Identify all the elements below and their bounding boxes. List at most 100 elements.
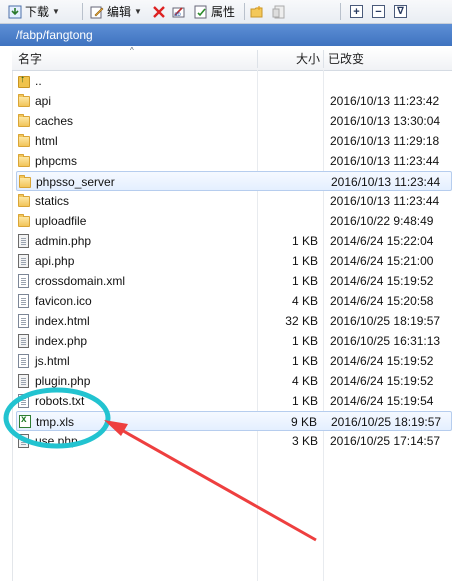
download-dropdown-arrow[interactable]: ▼ xyxy=(52,7,60,16)
file-size: 9 KB xyxy=(290,415,317,429)
column-divider[interactable] xyxy=(257,50,258,68)
excel-file-icon xyxy=(19,414,31,428)
file-modified: 2016/10/13 11:23:44 xyxy=(331,175,441,189)
sort-ascending-icon: ^ xyxy=(130,46,134,55)
file-modified: 2014/6/24 15:20:58 xyxy=(330,294,434,308)
file-row[interactable]: robots.txt 1 KB 2014/6/24 15:19:54 xyxy=(16,391,452,411)
file-icon xyxy=(18,394,29,408)
php-file-icon xyxy=(18,434,29,448)
file-name: phpcms xyxy=(35,154,78,168)
file-modified: 2016/10/25 18:19:57 xyxy=(331,415,442,429)
toolbar: 下载 ▼ 编辑 ▼ ab 属性 + − ∇ xyxy=(0,0,452,24)
download-icon xyxy=(8,5,22,19)
file-modified: 2016/10/25 18:19:57 xyxy=(330,314,441,328)
folder-icon xyxy=(18,154,30,167)
toolbar-divider xyxy=(244,3,245,20)
folder-icon xyxy=(18,194,30,207)
minus-icon: − xyxy=(372,5,385,18)
file-size: 4 KB xyxy=(291,374,318,388)
folder-icon xyxy=(19,175,31,188)
left-gutter xyxy=(0,48,13,581)
file-row[interactable]: js.html 1 KB 2014/6/24 15:19:52 xyxy=(16,351,452,371)
edit-button[interactable]: 编辑 ▼ xyxy=(90,3,142,20)
file-row[interactable]: api 2016/10/13 11:23:42 xyxy=(16,91,452,111)
file-name: api.php xyxy=(35,254,75,268)
file-row[interactable]: admin.php 1 KB 2014/6/24 15:22:04 xyxy=(16,231,452,251)
file-row[interactable]: favicon.ico 4 KB 2014/6/24 15:20:58 xyxy=(16,291,452,311)
file-name: tmp.xls xyxy=(36,415,75,429)
new-folder-icon xyxy=(250,5,264,19)
delete-button[interactable] xyxy=(152,3,166,20)
new-folder-button[interactable] xyxy=(250,3,264,20)
file-name: index.php xyxy=(35,334,88,348)
file-name: robots.txt xyxy=(35,394,85,408)
file-row[interactable]: phpcms 2016/10/13 11:23:44 xyxy=(16,151,452,171)
file-row[interactable]: tmp.xls 9 KB 2016/10/25 18:19:57 xyxy=(16,411,452,431)
file-size: 1 KB xyxy=(291,234,318,248)
filter-button[interactable]: ∇ xyxy=(394,3,407,20)
column-header: 名字 ^ 大小 已改变 xyxy=(12,46,452,71)
file-name: api xyxy=(35,94,52,108)
folder-icon xyxy=(18,134,30,147)
file-name: crossdomain.xml xyxy=(35,274,126,288)
file-row[interactable]: api.php 1 KB 2014/6/24 15:21:00 xyxy=(16,251,452,271)
properties-button[interactable]: 属性 xyxy=(194,3,235,20)
file-size: 1 KB xyxy=(291,254,318,268)
file-name: admin.php xyxy=(35,234,92,248)
file-size: 1 KB xyxy=(291,354,318,368)
new-file-button[interactable] xyxy=(272,3,286,20)
file-size: 32 KB xyxy=(285,314,318,328)
file-modified: 2016/10/25 16:31:13 xyxy=(330,334,441,348)
file-size: 1 KB xyxy=(291,274,318,288)
file-modified: 2016/10/22 9:48:49 xyxy=(330,214,434,228)
file-modified: 2014/6/24 15:19:54 xyxy=(330,394,434,408)
file-modified: 2016/10/13 11:23:44 xyxy=(330,154,440,168)
file-row[interactable]: index.html 32 KB 2016/10/25 18:19:57 xyxy=(16,311,452,331)
file-modified: 2014/6/24 15:19:52 xyxy=(330,374,434,388)
column-modified[interactable]: 已改变 xyxy=(328,48,364,70)
file-name: js.html xyxy=(35,354,70,368)
edit-label: 编辑 xyxy=(107,5,132,19)
file-name: caches xyxy=(35,114,74,128)
folder-icon xyxy=(18,94,30,107)
file-row[interactable]: statics 2016/10/13 11:23:44 xyxy=(16,191,452,211)
column-divider[interactable] xyxy=(323,50,324,68)
file-name: uploadfile xyxy=(35,214,87,228)
file-modified: 2014/6/24 15:19:52 xyxy=(330,274,434,288)
toolbar-divider xyxy=(82,3,83,20)
file-size: 1 KB xyxy=(291,394,318,408)
download-button[interactable]: 下载 ▼ xyxy=(8,3,60,20)
file-row[interactable]: index.php 1 KB 2016/10/25 16:31:13 xyxy=(16,331,452,351)
collapse-button[interactable]: − xyxy=(372,3,385,20)
file-icon xyxy=(18,314,29,328)
file-row[interactable]: crossdomain.xml 1 KB 2014/6/24 15:19:52 xyxy=(16,271,452,291)
file-modified: 2016/10/13 13:30:04 xyxy=(330,114,441,128)
file-row[interactable]: plugin.php 4 KB 2014/6/24 15:19:52 xyxy=(16,371,452,391)
column-size[interactable]: 大小 xyxy=(296,48,320,70)
file-row[interactable]: caches 2016/10/13 13:30:04 xyxy=(16,111,452,131)
file-row[interactable]: use.php 3 KB 2016/10/25 17:14:57 xyxy=(16,431,452,451)
file-icon xyxy=(18,354,29,368)
file-name: phpsso_server xyxy=(36,175,115,189)
file-modified: 2014/6/24 15:22:04 xyxy=(330,234,434,248)
file-modified: 2016/10/25 17:14:57 xyxy=(330,434,441,448)
php-file-icon xyxy=(18,334,29,348)
parent-directory-icon xyxy=(18,74,30,88)
php-file-icon xyxy=(18,254,29,268)
new-file-icon xyxy=(272,5,286,19)
edit-dropdown-arrow[interactable]: ▼ xyxy=(134,7,142,16)
properties-label: 属性 xyxy=(211,5,236,19)
file-row[interactable]: phpsso_server 2016/10/13 11:23:44 xyxy=(16,171,452,191)
file-modified: 2014/6/24 15:19:52 xyxy=(330,354,434,368)
rename-icon: ab xyxy=(172,5,186,19)
expand-button[interactable]: + xyxy=(350,3,363,20)
folder-icon xyxy=(18,114,30,127)
file-row[interactable]: .. xyxy=(16,71,452,91)
rename-button[interactable]: ab xyxy=(172,3,186,20)
file-name: favicon.ico xyxy=(35,294,92,308)
column-name[interactable]: 名字 xyxy=(18,48,42,70)
file-modified: 2016/10/13 11:23:44 xyxy=(330,194,440,208)
file-row[interactable]: uploadfile 2016/10/22 9:48:49 xyxy=(16,211,452,231)
file-row[interactable]: html 2016/10/13 11:29:18 xyxy=(16,131,452,151)
file-name: plugin.php xyxy=(35,374,91,388)
